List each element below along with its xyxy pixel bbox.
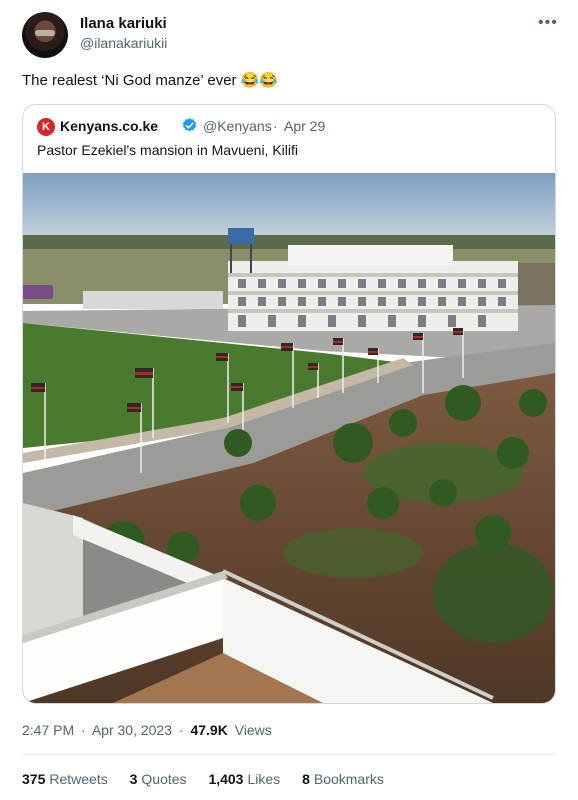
author-display-name[interactable]: Ilana kariuki: [80, 15, 167, 32]
meta-separator: ·: [81, 722, 86, 738]
quoted-tweet-text: Pastor Ezekiel's mansion in Mavueni, Kil…: [37, 142, 299, 158]
more-horizontal-icon[interactable]: •••: [538, 14, 558, 32]
verified-badge-icon: [182, 118, 197, 132]
bookmarks-count: 8: [302, 771, 310, 787]
likes-label: Likes: [247, 771, 281, 787]
quoted-separator: ·: [273, 118, 278, 134]
views-count: 47.9K: [190, 722, 228, 738]
quotes-stat[interactable]: 3 Quotes: [130, 771, 187, 787]
tweet-date[interactable]: Apr 30, 2023: [92, 722, 172, 738]
quoted-tweet-card[interactable]: K Kenyans.co.ke @Kenyans · Apr 29 Pastor…: [22, 104, 556, 704]
retweets-stat[interactable]: 375 Retweets: [22, 771, 108, 787]
tweet-meta: 2:47 PM · Apr 30, 2023 · 47.9K Views: [22, 722, 275, 738]
quoted-date: Apr 29: [284, 118, 326, 134]
bookmarks-label: Bookmarks: [313, 771, 384, 787]
retweets-label: Retweets: [49, 771, 108, 787]
retweets-count: 375: [22, 771, 46, 787]
mansion-aerial-photo[interactable]: [23, 173, 555, 703]
quotes-count: 3: [129, 771, 138, 787]
likes-count: 1,403: [208, 771, 244, 787]
author-handle[interactable]: @ilanakariukii: [80, 35, 167, 51]
quoted-author-handle: @Kenyans: [203, 118, 272, 134]
divider: [22, 754, 556, 755]
quoted-author-name: Kenyans.co.ke: [60, 118, 159, 134]
tweet: Ilana kariuki @ilanakariukii ••• The rea…: [0, 0, 578, 800]
quotes-label: Quotes: [141, 771, 187, 787]
likes-stat[interactable]: 1,403 Likes: [208, 771, 280, 787]
author-avatar[interactable]: [22, 12, 68, 58]
bookmarks-stat[interactable]: 8 Bookmarks: [302, 771, 384, 787]
meta-separator: ·: [178, 722, 184, 738]
views-label: Views: [234, 722, 272, 738]
tweet-time[interactable]: 2:47 PM: [22, 722, 74, 738]
tweet-stats: 375 Retweets 3 Quotes 1,403 Likes 8 Bookmark…: [22, 771, 402, 787]
kenyans-logo: K: [37, 118, 55, 136]
tweet-text: The realest ‘Ni God manze’ ever 😂😂: [22, 72, 279, 89]
